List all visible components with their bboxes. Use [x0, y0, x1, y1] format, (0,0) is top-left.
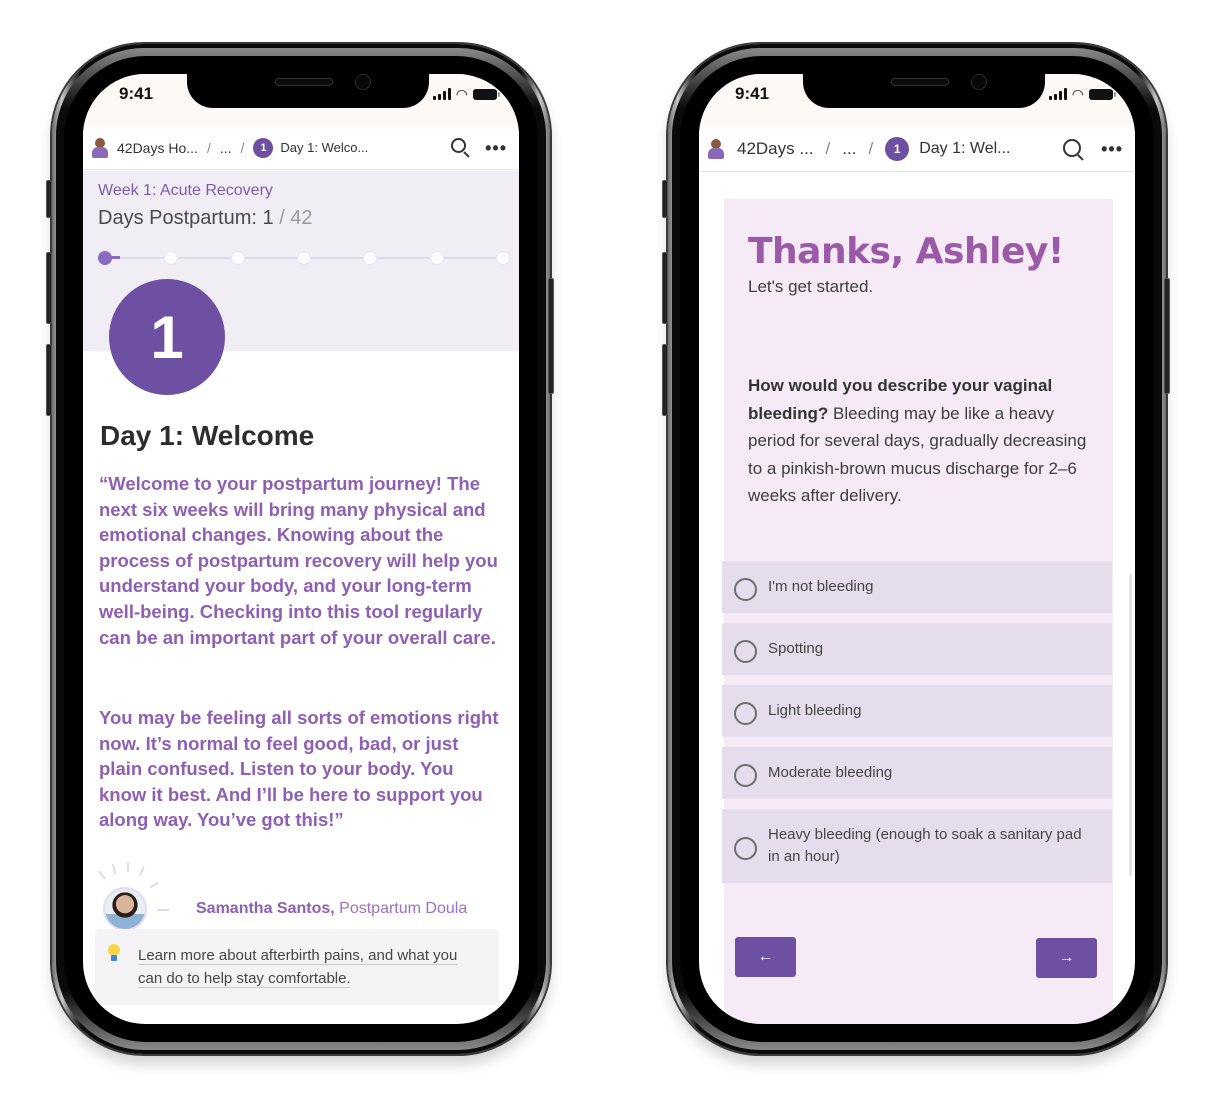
screen-left: 9:41 ◠ 42Days Ho... / ... / 1 Day 1: Wel… — [83, 74, 519, 1024]
quote-author: Samantha Santos, Postpartum Doula — [98, 862, 509, 934]
more-options-icon[interactable]: ••• — [1101, 140, 1123, 158]
page-number-badge: 1 — [253, 137, 274, 158]
day-number-badge: 1 — [109, 279, 225, 395]
search-icon[interactable] — [451, 137, 471, 158]
front-camera — [355, 74, 371, 90]
front-camera — [971, 74, 987, 90]
author-name: Samantha Santos, Postpartum Doula — [196, 900, 467, 918]
quote-paragraph: You may be feeling all sorts of emotions… — [99, 707, 499, 831]
status-time: 9:41 — [735, 84, 770, 103]
phone-frame-right: 9:41 ◠ 42Days ... / ... / 1 Day 1: Wel..… — [662, 44, 1170, 1054]
breadcrumb-bar: 42Days Ho... / ... / 1 Day 1: Welco... •… — [83, 126, 519, 170]
radio-button[interactable] — [734, 763, 757, 787]
breadcrumb-ellipsis[interactable]: ... — [220, 140, 232, 156]
search-icon[interactable] — [1063, 138, 1084, 161]
progress-milestone-dot — [363, 251, 378, 265]
next-button[interactable]: → — [1036, 938, 1097, 978]
progress-milestone-dot — [98, 251, 112, 265]
volume-up-button — [46, 252, 52, 324]
battery-icon — [1089, 88, 1116, 100]
week-label: Week 1: Acute Recovery — [98, 182, 273, 199]
cellular-signal-icon — [1048, 88, 1067, 100]
breadcrumb-app[interactable]: 42Days ... — [737, 139, 814, 159]
back-button[interactable]: ← — [735, 937, 796, 977]
status-icons: ◠ — [1048, 86, 1116, 102]
lightbulb-icon — [108, 944, 120, 962]
breadcrumb-app[interactable]: 42Days Ho... — [117, 140, 198, 156]
status-icons: ◠ — [432, 86, 500, 102]
greeting-heading: Thanks, Ashley! — [748, 231, 1064, 272]
divider — [157, 909, 169, 911]
days-prefix: Days Postpartum: — [98, 207, 263, 229]
option-heavy-bleeding[interactable]: Heavy bleeding (enough to soak a sanitar… — [722, 809, 1112, 883]
breadcrumb-separator: / — [825, 138, 831, 158]
option-moderate-bleeding[interactable]: Moderate bleeding — [722, 747, 1112, 799]
author-name-text: Samantha Santos, — [196, 900, 335, 917]
battery-icon — [473, 88, 500, 100]
breadcrumb-ellipsis[interactable]: ... — [842, 139, 856, 159]
progress-milestone-dot — [230, 251, 245, 265]
power-button — [1164, 278, 1170, 394]
screen-right: 9:41 ◠ 42Days ... / ... / 1 Day 1: Wel..… — [699, 74, 1135, 1024]
option-not-bleeding[interactable]: I'm not bleeding — [722, 561, 1112, 613]
notch — [187, 74, 429, 108]
author-avatar — [103, 887, 147, 931]
bleeding-question: How would you describe your vaginal blee… — [748, 372, 1098, 510]
option-light-bleeding[interactable]: Light bleeding — [722, 685, 1112, 737]
mute-switch — [662, 180, 668, 218]
days-postpartum-label: Days Postpartum: 1 / 42 — [98, 207, 313, 230]
afterbirth-pains-link[interactable]: Learn more about afterbirth pains, and w… — [138, 944, 483, 990]
status-time: 9:41 — [119, 84, 154, 103]
option-label: Spotting — [768, 640, 824, 657]
notch — [803, 74, 1045, 108]
quote-paragraph: “Welcome to your postpartum journey! The… — [99, 473, 498, 648]
breadcrumb-bar: 42Days ... / ... / 1 Day 1: Wel... ••• — [699, 126, 1135, 172]
author-role: Postpartum Doula — [334, 900, 468, 917]
volume-down-button — [662, 344, 668, 416]
progress-milestone-dot — [496, 251, 510, 265]
mute-switch — [46, 180, 52, 218]
volume-up-button — [662, 252, 668, 324]
progress-milestone-dot — [164, 251, 179, 265]
speaker — [891, 78, 949, 86]
power-button — [548, 278, 554, 394]
progress-milestone-dot — [429, 251, 444, 265]
breadcrumb-separator: / — [240, 139, 245, 156]
radio-button[interactable] — [734, 836, 757, 860]
option-label: Light bleeding — [768, 702, 862, 719]
radio-button[interactable] — [734, 701, 757, 725]
cellular-signal-icon — [432, 88, 451, 100]
breadcrumb-separator: / — [206, 139, 211, 156]
option-label: Heavy bleeding (enough to soak a sanitar… — [768, 826, 1082, 865]
option-label: Moderate bleeding — [768, 764, 893, 781]
page-title: Day 1: Welcome — [100, 420, 315, 451]
breadcrumb-separator: / — [868, 138, 874, 158]
days-current: 1 — [262, 207, 274, 229]
wifi-icon: ◠ — [455, 86, 468, 102]
mother-baby-emoji-icon — [91, 137, 109, 158]
option-label: I'm not bleeding — [768, 578, 874, 595]
breadcrumb-current-page[interactable]: Day 1: Welco... — [280, 140, 368, 155]
speaker — [275, 78, 333, 86]
more-options-icon[interactable]: ••• — [485, 139, 507, 157]
tip-callout: Learn more about afterbirth pains, and w… — [95, 929, 499, 1005]
week-progress-track — [98, 250, 510, 266]
days-total: / 42 — [273, 207, 313, 229]
page-number-badge: 1 — [885, 136, 910, 161]
breadcrumb-current-page[interactable]: Day 1: Wel... — [919, 140, 1010, 158]
phone-frame-left: 9:41 ◠ 42Days Ho... / ... / 1 Day 1: Wel… — [46, 44, 554, 1054]
scrollbar[interactable] — [1129, 574, 1132, 876]
bleeding-options: I'm not bleeding Spotting Light bleeding… — [722, 561, 1112, 893]
wifi-icon: ◠ — [1071, 86, 1084, 102]
mother-baby-emoji-icon — [707, 138, 725, 159]
progress-milestone-dot — [297, 251, 311, 265]
volume-down-button — [46, 344, 52, 416]
radio-button[interactable] — [734, 639, 757, 663]
radio-button[interactable] — [734, 577, 757, 601]
check-in-form: Thanks, Ashley! Let's get started. How w… — [722, 199, 1113, 1024]
greeting-subheading: Let's get started. — [748, 277, 874, 296]
option-spotting[interactable]: Spotting — [722, 623, 1112, 675]
